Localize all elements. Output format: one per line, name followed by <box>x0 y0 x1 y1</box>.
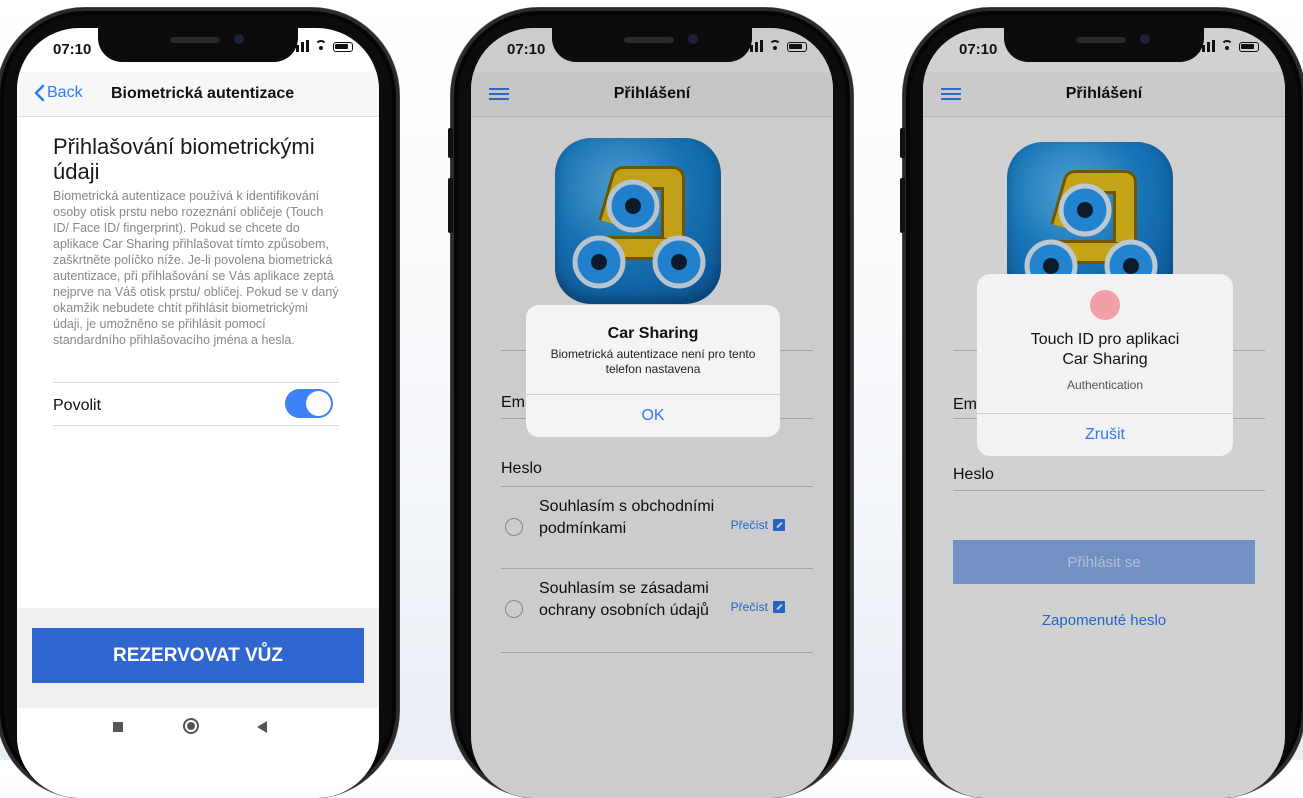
nav-title: Biometrická autentizace <box>111 85 295 102</box>
battery-icon <box>333 42 353 52</box>
status-time: 07:10 <box>959 41 998 58</box>
phone-frame-1: 07:10 Back Biometrická autentizace Přihl… <box>0 8 399 798</box>
touchid-cancel-button[interactable]: Zrušit <box>977 413 1233 456</box>
battery-icon <box>1239 42 1259 52</box>
back-button[interactable]: Back <box>33 84 83 102</box>
screen-biometric-settings: 07:10 Back Biometrická autentizace Přihl… <box>17 28 379 798</box>
phone-frame-2: 07:10 Přihlášení Em Heslo Souhlasím s ob… <box>448 8 853 798</box>
toggle-label: Povolit <box>53 397 102 414</box>
fingerprint-icon <box>1090 290 1120 320</box>
chevron-left-icon <box>34 84 45 102</box>
home-icon[interactable] <box>183 718 199 734</box>
status-time: 07:10 <box>53 41 92 58</box>
back-triangle-icon[interactable] <box>257 721 267 733</box>
footer: REZERVOVAT VŮZ <box>17 608 379 708</box>
section-heading: Přihlašování biometrickými údaji <box>53 134 315 184</box>
touchid-subtitle: Authentication <box>1066 378 1144 392</box>
wifi-icon <box>314 40 328 52</box>
back-label: Back <box>47 84 83 101</box>
wifi-icon <box>768 40 782 52</box>
touchid-title: Touch ID pro aplikaci Car Sharing <box>1030 331 1180 368</box>
alert-title: Car Sharing <box>607 325 699 342</box>
enable-biometric-row: Povolit <box>53 382 339 426</box>
alert-message: Biometrická autentizace není pro tento t… <box>550 347 756 376</box>
screen-login-alert: 07:10 Přihlášení Em Heslo Souhlasím s ob… <box>471 28 833 798</box>
nav-bar: Back Biometrická autentizace <box>17 72 379 117</box>
alert-ok-button[interactable]: OK <box>526 394 780 437</box>
section-description: Biometrická autentizace používá k identi… <box>53 189 339 347</box>
notch <box>552 28 752 62</box>
wifi-icon <box>1220 40 1234 52</box>
recent-apps-icon[interactable] <box>113 722 123 732</box>
phone-frame-3: 07:10 Přihlášení Em Heslo Přihlásit se Z… <box>900 8 1303 798</box>
status-time: 07:10 <box>507 41 546 58</box>
notch <box>1004 28 1204 62</box>
touchid-dialog: Touch ID pro aplikaci Car Sharing Authen… <box>977 274 1233 456</box>
battery-icon <box>787 42 807 52</box>
alert-dialog: Car Sharing Biometrická autentizace není… <box>526 305 780 437</box>
notch <box>98 28 298 62</box>
screen-login-touchid: 07:10 Přihlášení Em Heslo Přihlásit se Z… <box>923 28 1285 798</box>
reserve-car-button[interactable]: REZERVOVAT VŮZ <box>32 628 364 683</box>
biometric-toggle[interactable] <box>285 389 333 418</box>
android-nav-bar <box>17 708 379 768</box>
